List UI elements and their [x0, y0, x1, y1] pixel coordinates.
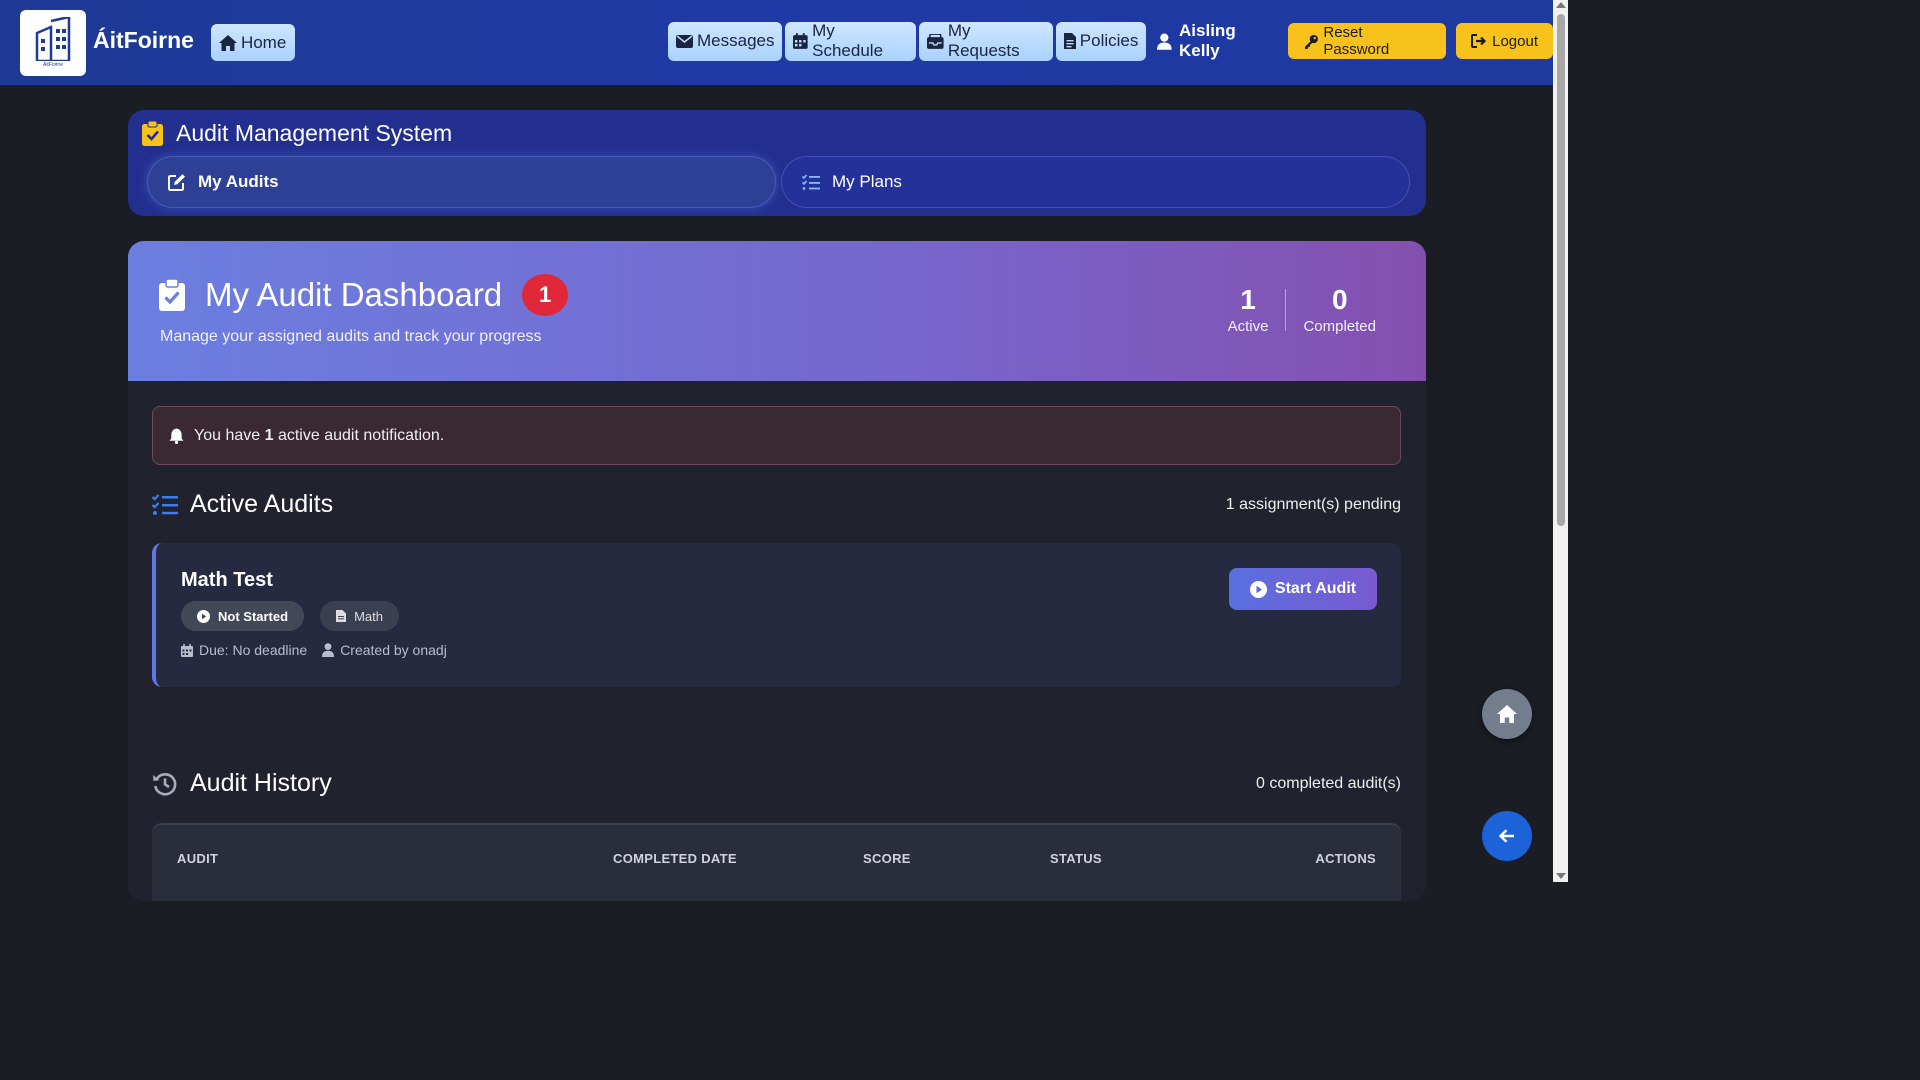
active-count-badge: 1	[522, 274, 569, 316]
status-badge-label: Not Started	[218, 608, 289, 624]
document-icon	[1063, 33, 1076, 49]
play-circle-icon	[197, 609, 210, 623]
clipboard-check-icon	[159, 279, 185, 311]
logout-label: Logout	[1492, 32, 1538, 50]
logout-button[interactable]: Logout	[1456, 23, 1553, 59]
page-scrollbar[interactable]	[1553, 0, 1568, 882]
top-navbar: ÁitFoirne ÁitFoirne Home Messages My Sch…	[0, 0, 1553, 85]
edit-icon	[168, 174, 185, 191]
start-audit-button[interactable]: Start Audit	[1229, 568, 1377, 610]
ams-title: Audit Management System	[142, 120, 452, 147]
requests-label: My Requests	[947, 21, 1020, 60]
floating-back-button[interactable]	[1482, 811, 1532, 861]
dashboard-hero: My Audit Dashboard 1 Manage your assigne…	[128, 241, 1426, 381]
column-header-score: SCORE	[863, 851, 911, 866]
home-button[interactable]: Home	[210, 24, 296, 61]
play-circle-icon	[1249, 580, 1267, 598]
requests-button[interactable]: My Requests	[919, 21, 1053, 61]
created-by: Created by onadj	[322, 642, 447, 658]
tab-my-plans-label: My Plans	[832, 172, 902, 191]
audit-history-table: AUDIT COMPLETED DATE SCORE STATUS ACTION…	[152, 823, 1401, 901]
policies-label: Policies	[1079, 31, 1139, 50]
ams-title-text: Audit Management System	[176, 120, 453, 146]
scroll-up-arrow[interactable]	[1556, 2, 1566, 8]
stat-active-label: Active	[1227, 318, 1269, 335]
tab-my-plans[interactable]: My Plans	[781, 156, 1410, 208]
home-icon	[1497, 705, 1517, 723]
history-icon	[153, 772, 177, 796]
stat-completed: 0 Completed	[1286, 284, 1393, 335]
schedule-button[interactable]: My Schedule	[785, 21, 917, 61]
messages-label: Messages	[697, 31, 775, 50]
due-date-text: Due: No deadline	[199, 642, 308, 658]
home-label: Home	[240, 32, 287, 52]
audit-history-header: Audit History 0 completed audit(s)	[152, 769, 1401, 798]
due-date: Due: No deadline	[181, 642, 307, 658]
floating-home-button[interactable]	[1482, 689, 1532, 739]
checklist-icon	[152, 493, 178, 515]
brand-logo[interactable]: ÁitFoirne	[20, 9, 86, 76]
schedule-label: My Schedule	[812, 21, 884, 60]
column-header-audit: AUDIT	[177, 851, 219, 866]
stat-completed-label: Completed	[1303, 318, 1376, 335]
column-header-actions: ACTIONS	[1315, 851, 1376, 866]
audit-history-heading: Audit History	[190, 769, 332, 797]
arrow-left-icon	[1499, 829, 1514, 843]
policies-button[interactable]: Policies	[1055, 21, 1147, 61]
user-icon	[1157, 32, 1173, 50]
subject-badge-label: Math	[354, 608, 383, 624]
file-icon	[336, 610, 347, 622]
dashboard-stats: 1 Active 0 Completed	[1211, 284, 1393, 335]
brand-name[interactable]: ÁitFoirne	[93, 27, 194, 54]
notification-alert: You have 1 active audit notification.	[152, 406, 1401, 465]
scrollbar-thumb[interactable]	[1557, 14, 1565, 526]
scroll-down-arrow[interactable]	[1556, 873, 1566, 879]
logo-caption: ÁitFoirne	[42, 62, 63, 68]
start-audit-label: Start Audit	[1274, 580, 1357, 597]
user-icon	[322, 643, 335, 657]
user-menu[interactable]: Aisling Kelly	[1157, 21, 1278, 61]
active-audits-heading: Active Audits	[190, 490, 334, 518]
created-by-text: Created by onadj	[340, 642, 447, 658]
reset-password-button[interactable]: Reset Password	[1287, 23, 1447, 59]
active-audits-header: Active Audits 1 assignment(s) pending	[152, 490, 1401, 519]
calendar-icon	[793, 33, 809, 49]
audit-management-header: Audit Management System My Audits My Pla…	[128, 110, 1426, 216]
column-header-completed-date: COMPLETED DATE	[613, 851, 737, 866]
tab-my-audits[interactable]: My Audits	[147, 156, 776, 208]
notification-text: You have 1 active audit notification.	[194, 426, 445, 444]
reset-password-label: Reset Password	[1323, 24, 1390, 58]
tab-my-audits-label: My Audits	[198, 172, 279, 191]
dashboard-subtitle: Manage your assigned audits and track yo…	[160, 328, 542, 345]
stat-completed-value: 0	[1331, 284, 1348, 315]
logout-icon	[1471, 34, 1487, 48]
audit-name: Math Test	[181, 569, 273, 591]
checklist-icon	[802, 174, 820, 190]
bell-icon	[169, 428, 184, 444]
user-name: Aisling Kelly	[1179, 21, 1236, 60]
status-badge: Not Started	[181, 601, 305, 631]
key-icon	[1304, 34, 1318, 49]
envelope-icon	[676, 34, 693, 48]
subject-badge: Math	[320, 601, 399, 631]
calendar-icon	[181, 643, 193, 657]
home-icon	[218, 34, 237, 51]
pending-count: 1 assignment(s) pending	[1225, 495, 1401, 513]
stat-active: 1 Active	[1211, 284, 1286, 335]
inbox-icon	[927, 33, 944, 49]
dashboard-title: My Audit Dashboard	[205, 276, 503, 313]
clipboard-check-icon	[142, 121, 163, 146]
audit-card: Math Test Not Started Math Due: No deadl…	[152, 543, 1401, 687]
column-header-status: STATUS	[1050, 851, 1102, 866]
completed-count: 0 completed audit(s)	[1256, 774, 1401, 792]
messages-button[interactable]: Messages	[668, 21, 783, 61]
audit-dashboard-card: My Audit Dashboard 1 Manage your assigne…	[128, 241, 1426, 901]
stat-active-value: 1	[1240, 284, 1256, 315]
building-icon	[35, 17, 71, 61]
